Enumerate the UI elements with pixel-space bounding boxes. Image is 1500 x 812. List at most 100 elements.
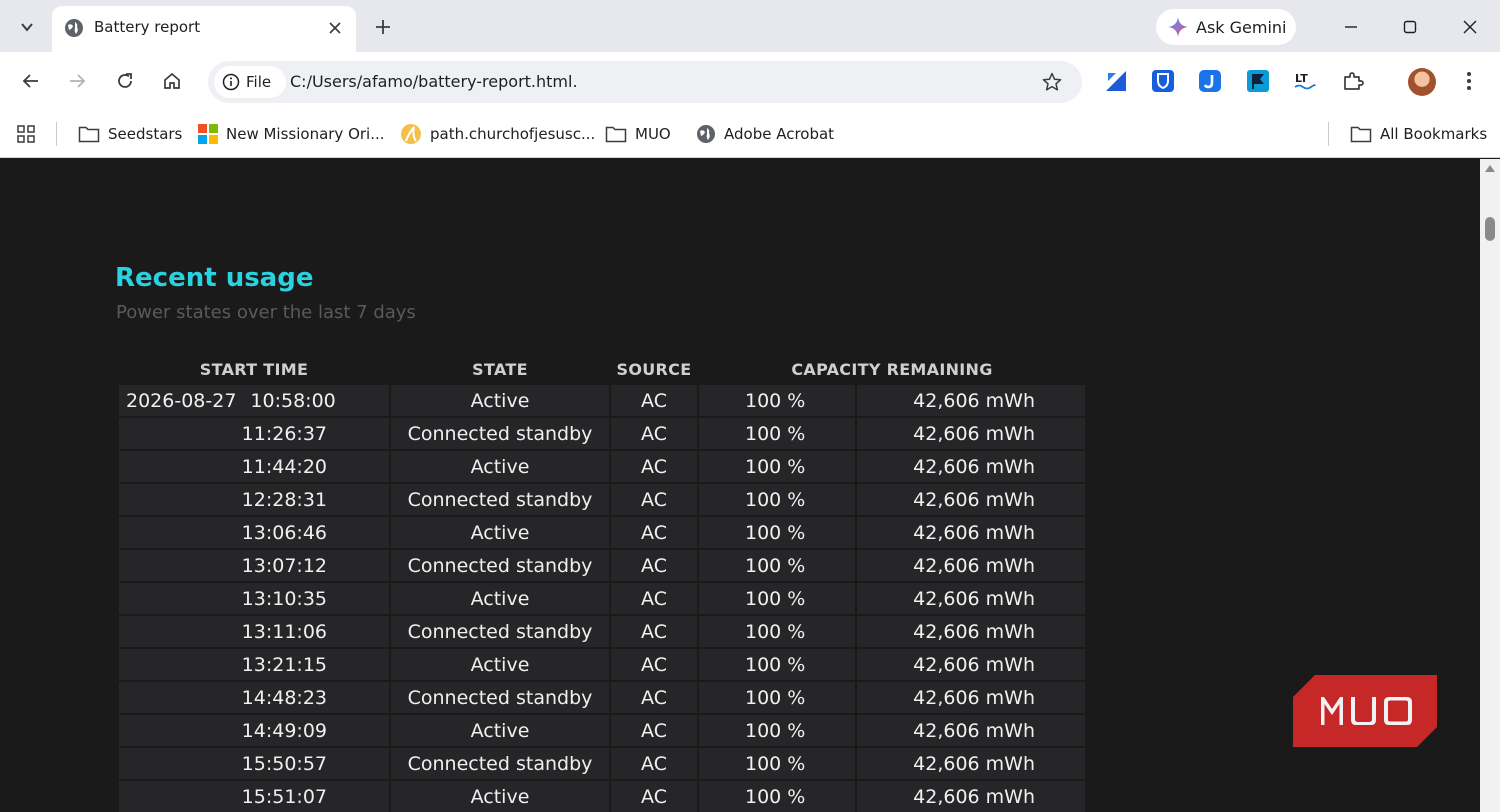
microsoft-logo-icon — [198, 124, 218, 144]
cell-start-time: 14:49:09 — [119, 715, 389, 746]
bookmark-seedstars[interactable]: Seedstars — [78, 121, 182, 147]
globe-icon — [697, 125, 715, 143]
cell-start-time: 13:10:35 — [119, 583, 389, 614]
table-row: 2026-08-27 10:58:00 Active AC 100 % 42,606 mW… — [119, 385, 1085, 416]
extension-languagetool-button[interactable]: LT — [1292, 68, 1318, 94]
site-info-chip[interactable]: File — [214, 66, 286, 98]
table-header-row: START TIME STATE SOURCE CAPACITY REMAINI… — [119, 355, 1085, 383]
tab-battery-report[interactable]: Battery report — [52, 6, 356, 52]
extension-flag-button[interactable] — [1245, 68, 1271, 94]
start-time-value: 15:50:57 — [241, 752, 327, 775]
table-row: 13:06:46 Active AC 100 % 42,606 mWh — [119, 517, 1085, 548]
all-bookmarks-label: All Bookmarks — [1380, 125, 1488, 143]
tab-search-button[interactable] — [12, 12, 42, 42]
cell-capacity-mwh: 42,606 mWh — [857, 715, 1085, 746]
home-button[interactable] — [157, 66, 187, 96]
cell-capacity-percent: 100 % — [699, 451, 855, 482]
all-bookmarks-button[interactable]: All Bookmarks — [1350, 121, 1487, 147]
tab-close-button[interactable] — [322, 15, 348, 41]
table-row: 14:48:23 Connected standby AC 100 % 42,606 m… — [119, 682, 1085, 713]
cell-capacity-mwh: 42,606 mWh — [857, 385, 1085, 416]
cell-start-time: 13:21:15 — [119, 649, 389, 680]
cell-state: Active — [391, 649, 609, 680]
cell-start-time: 2026-08-27 10:58:00 — [119, 385, 389, 416]
cell-start-time: 15:51:07 — [119, 781, 389, 812]
cell-state: Connected standby — [391, 682, 609, 713]
extension-1-button[interactable] — [1103, 68, 1129, 94]
cell-state: Connected standby — [391, 616, 609, 647]
cell-capacity-mwh: 42,606 mWh — [857, 550, 1085, 581]
shield-extension-icon — [1152, 70, 1174, 92]
apps-grid-icon — [17, 125, 35, 143]
start-time-value: 13:07:12 — [241, 554, 327, 577]
folder-icon — [1350, 126, 1372, 143]
table-row: 11:44:20 Active AC 100 % 42,606 mWh — [119, 451, 1085, 482]
url-text[interactable]: C:/Users/afamo/battery-report.html. — [290, 72, 578, 91]
bookmark-adobe-acrobat[interactable]: Adobe Acrobat — [696, 121, 834, 147]
cell-capacity-percent: 100 % — [699, 781, 855, 812]
profile-avatar[interactable] — [1408, 68, 1436, 96]
start-time-value: 13:21:15 — [241, 653, 327, 676]
cell-source: AC — [611, 748, 697, 779]
reload-button[interactable] — [110, 66, 140, 96]
page-scrollbar[interactable] — [1480, 159, 1500, 812]
back-button[interactable] — [16, 66, 46, 96]
cell-capacity-mwh: 42,606 mWh — [857, 517, 1085, 548]
path-logo-icon — [401, 124, 421, 144]
cell-start-time: 11:44:20 — [119, 451, 389, 482]
ruler-pen-extension-icon — [1106, 71, 1126, 91]
extension-bitwarden-button[interactable] — [1150, 68, 1176, 94]
ask-gemini-button[interactable]: Ask Gemini — [1156, 9, 1296, 45]
cell-source: AC — [611, 418, 697, 449]
table-row: 13:11:06 Connected standby AC 100 % 42,606 m… — [119, 616, 1085, 647]
close-window-button[interactable] — [1455, 12, 1485, 42]
minimize-button[interactable] — [1336, 12, 1366, 42]
start-time-value: 15:51:07 — [241, 785, 327, 808]
cell-state: Connected standby — [391, 418, 609, 449]
table-row: 14:49:09 Active AC 100 % 42,606 mWh — [119, 715, 1085, 746]
cell-source: AC — [611, 682, 697, 713]
bookmark-label: New Missionary Ori... — [226, 125, 385, 143]
bookmark-star-button[interactable] — [1040, 70, 1064, 94]
column-header-state: STATE — [472, 359, 528, 379]
forward-button[interactable] — [62, 66, 92, 96]
scroll-thumb[interactable] — [1485, 217, 1495, 241]
bookmark-path-church[interactable]: path.churchofjesusc... — [400, 121, 595, 147]
cell-capacity-mwh: 42,606 mWh — [857, 649, 1085, 680]
cell-capacity-percent: 100 % — [699, 385, 855, 416]
tab-title: Battery report — [94, 18, 201, 36]
maximize-icon — [1403, 20, 1417, 34]
bookmark-muo[interactable]: MUO — [605, 121, 671, 147]
scroll-up-arrow-icon[interactable] — [1485, 165, 1495, 172]
globe-icon — [65, 19, 83, 37]
folder-icon — [605, 126, 627, 143]
extensions-menu-button[interactable] — [1340, 68, 1366, 94]
home-icon — [164, 72, 180, 89]
extension-j-button[interactable] — [1197, 68, 1223, 94]
cell-capacity-mwh: 42,606 mWh — [857, 451, 1085, 482]
browser-toolbar: File C:/Users/afamo/battery-report.html.… — [0, 52, 1500, 110]
bookmark-label: Seedstars — [108, 125, 183, 143]
cell-capacity-percent: 100 % — [699, 583, 855, 614]
cell-state: Active — [391, 583, 609, 614]
address-bar[interactable]: File C:/Users/afamo/battery-report.html. — [208, 61, 1082, 103]
new-tab-button[interactable] — [368, 12, 398, 42]
maximize-button[interactable] — [1395, 12, 1425, 42]
browser-menu-button[interactable] — [1456, 68, 1482, 94]
j-letter-extension-icon — [1199, 70, 1221, 92]
cell-capacity-percent: 100 % — [699, 748, 855, 779]
bookmark-new-missionary[interactable]: New Missionary Ori... — [198, 121, 385, 147]
arrow-right-icon — [70, 74, 86, 88]
start-time-value: 14:49:09 — [241, 719, 327, 742]
cell-capacity-percent: 100 % — [699, 484, 855, 515]
start-time-value: 10:58:00 — [250, 389, 336, 412]
info-icon — [222, 73, 240, 91]
cell-capacity-mwh: 42,606 mWh — [857, 616, 1085, 647]
cell-source: AC — [611, 484, 697, 515]
apps-button[interactable] — [16, 121, 36, 147]
bookmark-label: Adobe Acrobat — [724, 125, 835, 143]
file-chip-label: File — [246, 73, 272, 91]
languagetool-extension-icon: LT — [1294, 72, 1316, 90]
start-date: 2026-08-27 — [126, 389, 237, 412]
cell-capacity-percent: 100 % — [699, 682, 855, 713]
